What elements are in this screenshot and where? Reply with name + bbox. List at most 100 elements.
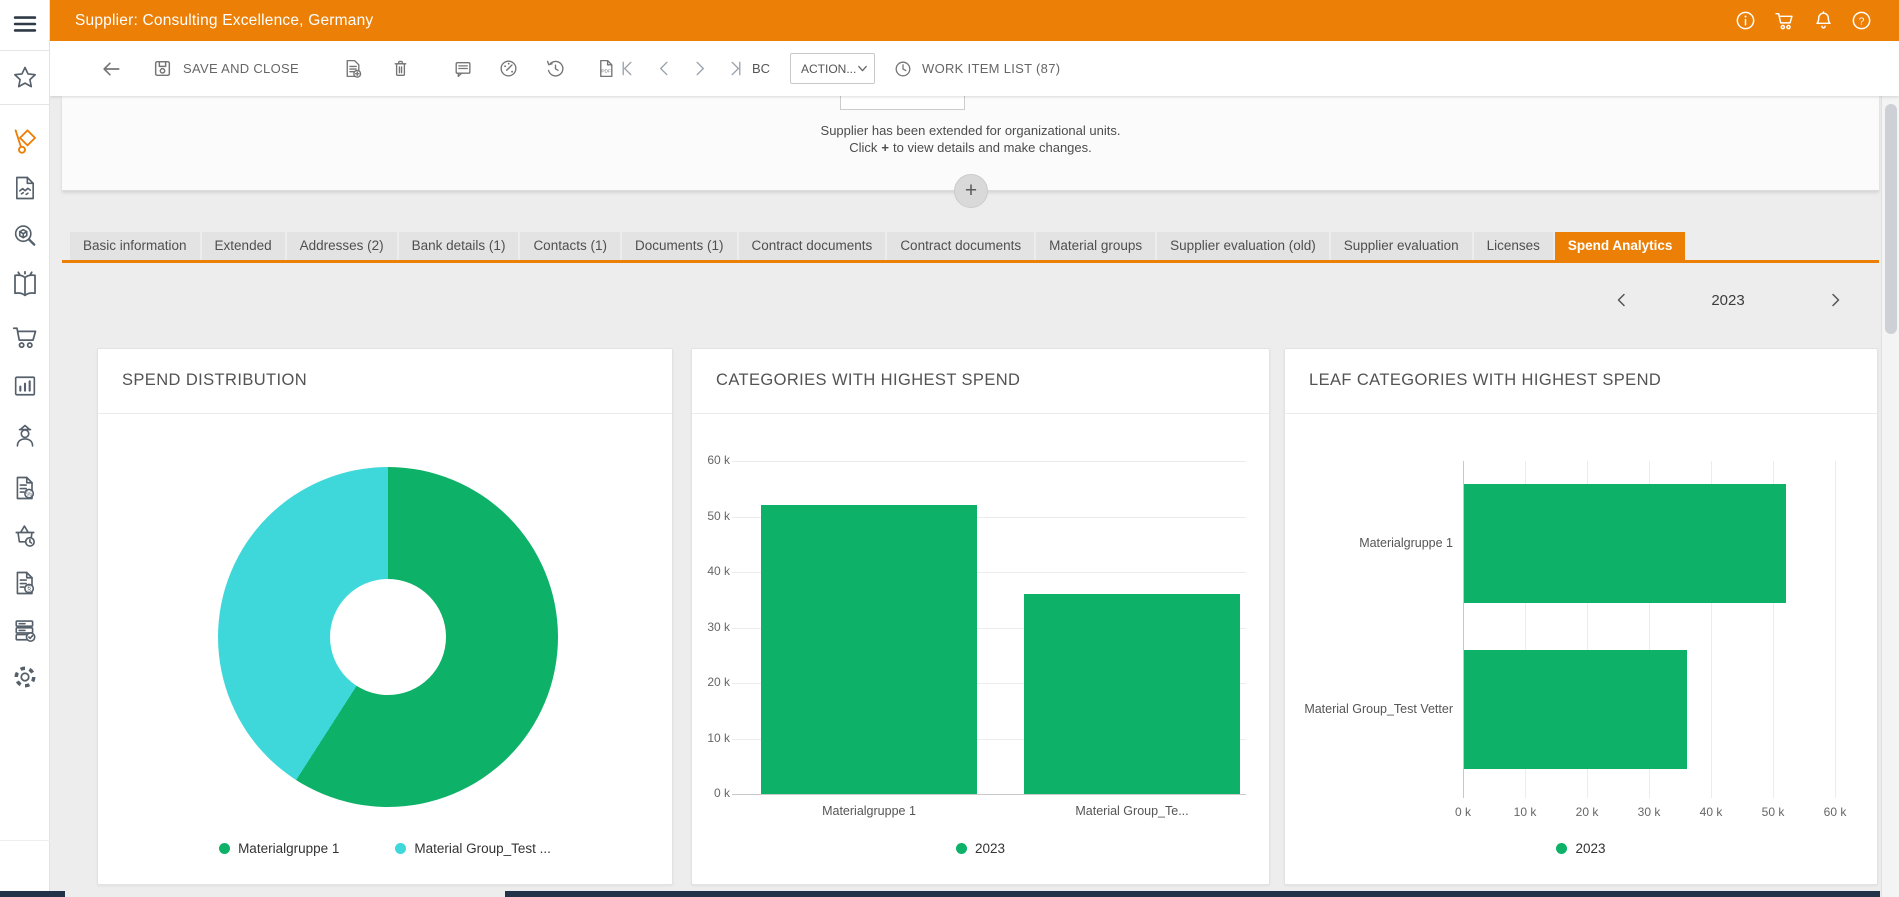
add-document-button[interactable] bbox=[342, 41, 363, 96]
expand-details-button[interactable]: + bbox=[954, 174, 988, 208]
info-icon[interactable] bbox=[1734, 9, 1757, 32]
contract-handshake-icon bbox=[11, 174, 39, 202]
tab-basic-information[interactable]: Basic information bbox=[70, 232, 200, 260]
last-page-icon bbox=[726, 59, 745, 78]
sidebar-item-settings[interactable] bbox=[0, 662, 50, 692]
tab-material-groups[interactable]: Material groups bbox=[1036, 232, 1155, 260]
tab-spend-analytics[interactable]: Spend Analytics bbox=[1555, 232, 1686, 260]
sidebar-item-legal-documents[interactable]: § bbox=[0, 569, 50, 597]
tab-addresses-2[interactable]: Addresses (2) bbox=[287, 232, 397, 260]
gridline bbox=[1835, 461, 1836, 798]
delete-button[interactable] bbox=[390, 41, 411, 96]
previous-year-button[interactable] bbox=[1614, 291, 1629, 309]
prev-page-button[interactable] bbox=[655, 41, 674, 96]
menu-icon bbox=[10, 10, 40, 38]
sidebar-item-catalog[interactable] bbox=[0, 270, 50, 300]
back-button[interactable] bbox=[100, 41, 122, 96]
sidebar-item-favorites[interactable] bbox=[0, 64, 50, 92]
sidebar-item-invoices[interactable]: % bbox=[0, 474, 50, 502]
add-document-icon bbox=[342, 58, 363, 79]
toolbar: SAVE AND CLOSE PDF bbox=[50, 41, 1899, 96]
sidebar-item-contracts[interactable] bbox=[0, 174, 50, 202]
chevron-left-icon bbox=[655, 59, 674, 78]
x-axis-tick: 20 k bbox=[1565, 805, 1609, 819]
legend-label: Material Group_Test ... bbox=[414, 841, 551, 856]
sidebar-item-suppliers-active[interactable] bbox=[0, 126, 50, 156]
legend-dot bbox=[956, 843, 967, 854]
pdf-button[interactable]: PDF bbox=[595, 41, 616, 96]
y-axis-tick: 60 k bbox=[694, 453, 730, 467]
main-menu-button[interactable] bbox=[0, 10, 50, 38]
pdf-icon: PDF bbox=[595, 58, 616, 79]
shopping-cart-icon bbox=[10, 322, 40, 352]
sidebar-item-approvals[interactable] bbox=[0, 617, 50, 645]
notice-line-2: Click+to view details and make changes. bbox=[62, 140, 1879, 155]
last-page-button[interactable] bbox=[726, 41, 745, 96]
vendor-person-icon bbox=[11, 422, 39, 450]
sidebar-item-order-history[interactable] bbox=[0, 522, 50, 550]
sidebar-item-item-search[interactable] bbox=[0, 222, 50, 250]
chevron-down-icon bbox=[856, 62, 869, 75]
bar-materialgruppe-1[interactable] bbox=[761, 505, 977, 794]
comment-button[interactable] bbox=[452, 41, 473, 96]
tab-documents-1[interactable]: Documents (1) bbox=[622, 232, 737, 260]
tab-supplier-evaluation[interactable]: Supplier evaluation bbox=[1331, 232, 1472, 260]
svg-text:%: % bbox=[26, 491, 32, 498]
bar-materialgruppe-1[interactable] bbox=[1464, 484, 1786, 603]
next-year-button[interactable] bbox=[1828, 291, 1843, 309]
legend-dot bbox=[219, 843, 230, 854]
bar-material-group-test-vetter[interactable] bbox=[1464, 650, 1687, 769]
x-axis-tick: 30 k bbox=[1627, 805, 1671, 819]
hand-truck-icon bbox=[10, 126, 40, 156]
y-axis-tick: 40 k bbox=[694, 564, 730, 578]
action-dropdown[interactable]: ACTION... bbox=[790, 53, 875, 84]
cart-icon[interactable] bbox=[1772, 9, 1797, 32]
tab-contacts-1[interactable]: Contacts (1) bbox=[520, 232, 620, 260]
tab-contract-documents[interactable]: Contract documents bbox=[887, 232, 1034, 260]
sidebar-item-vendor[interactable] bbox=[0, 422, 50, 450]
active-tab-underline bbox=[62, 260, 1879, 263]
legend-item[interactable]: Materialgruppe 1 bbox=[219, 841, 339, 856]
legend-item[interactable]: Material Group_Test ... bbox=[395, 841, 551, 856]
next-page-button[interactable] bbox=[690, 41, 709, 96]
server-check-icon bbox=[11, 617, 39, 645]
year-label: 2023 bbox=[1688, 292, 1768, 309]
legend-label: 2023 bbox=[1575, 841, 1605, 856]
sidebar-item-shopping-cart[interactable] bbox=[0, 322, 50, 352]
scrollbar-thumb[interactable] bbox=[1885, 104, 1897, 334]
legend-item[interactable]: 2023 bbox=[1556, 841, 1605, 856]
tab-extended[interactable]: Extended bbox=[202, 232, 285, 260]
sidebar-item-analytics[interactable] bbox=[0, 372, 50, 400]
x-axis-tick: 10 k bbox=[1503, 805, 1547, 819]
y-axis-tick: 0 k bbox=[694, 786, 730, 800]
notification-bell-icon[interactable] bbox=[1812, 9, 1835, 32]
save-and-close-button[interactable]: SAVE AND CLOSE bbox=[152, 41, 299, 96]
tab-bank-details-1[interactable]: Bank details (1) bbox=[399, 232, 519, 260]
basket-clock-icon bbox=[11, 522, 39, 550]
category-label: Materialgruppe 1 bbox=[1285, 536, 1453, 550]
first-page-button[interactable] bbox=[618, 41, 637, 96]
history-icon bbox=[545, 58, 566, 79]
work-item-list-label: WORK ITEM LIST (87) bbox=[922, 61, 1060, 76]
tab-contract-documents[interactable]: Contract documents bbox=[739, 232, 886, 260]
truncated-field bbox=[840, 96, 965, 110]
donut-chart[interactable] bbox=[218, 467, 558, 807]
category-label: Materialgruppe 1 bbox=[759, 804, 979, 818]
bar-material-group-te-[interactable] bbox=[1024, 594, 1240, 794]
gauge-button[interactable] bbox=[498, 41, 519, 96]
legend-item[interactable]: 2023 bbox=[956, 841, 1005, 856]
save-and-close-label: SAVE AND CLOSE bbox=[183, 61, 299, 76]
legend-label: 2023 bbox=[975, 841, 1005, 856]
tab-supplier-evaluation-old[interactable]: Supplier evaluation (old) bbox=[1157, 232, 1329, 260]
work-item-list-button[interactable]: WORK ITEM LIST (87) bbox=[893, 41, 1060, 96]
history-button[interactable] bbox=[545, 41, 566, 96]
card-divider bbox=[98, 413, 672, 414]
document-paragraph-icon: § bbox=[11, 569, 39, 597]
gauge-icon bbox=[498, 58, 519, 79]
leaf-categories-highest-spend-card: LEAF CATEGORIES WITH HIGHEST SPEND 0 k10… bbox=[1284, 348, 1878, 885]
help-icon[interactable]: ? bbox=[1850, 9, 1873, 32]
vertical-scrollbar[interactable] bbox=[1881, 96, 1899, 897]
hbar-plot: 0 k10 k20 k30 k40 k50 k60 kMaterialgrupp… bbox=[1285, 349, 1877, 884]
record-code-label: BC bbox=[752, 41, 770, 96]
tab-licenses[interactable]: Licenses bbox=[1474, 232, 1553, 260]
